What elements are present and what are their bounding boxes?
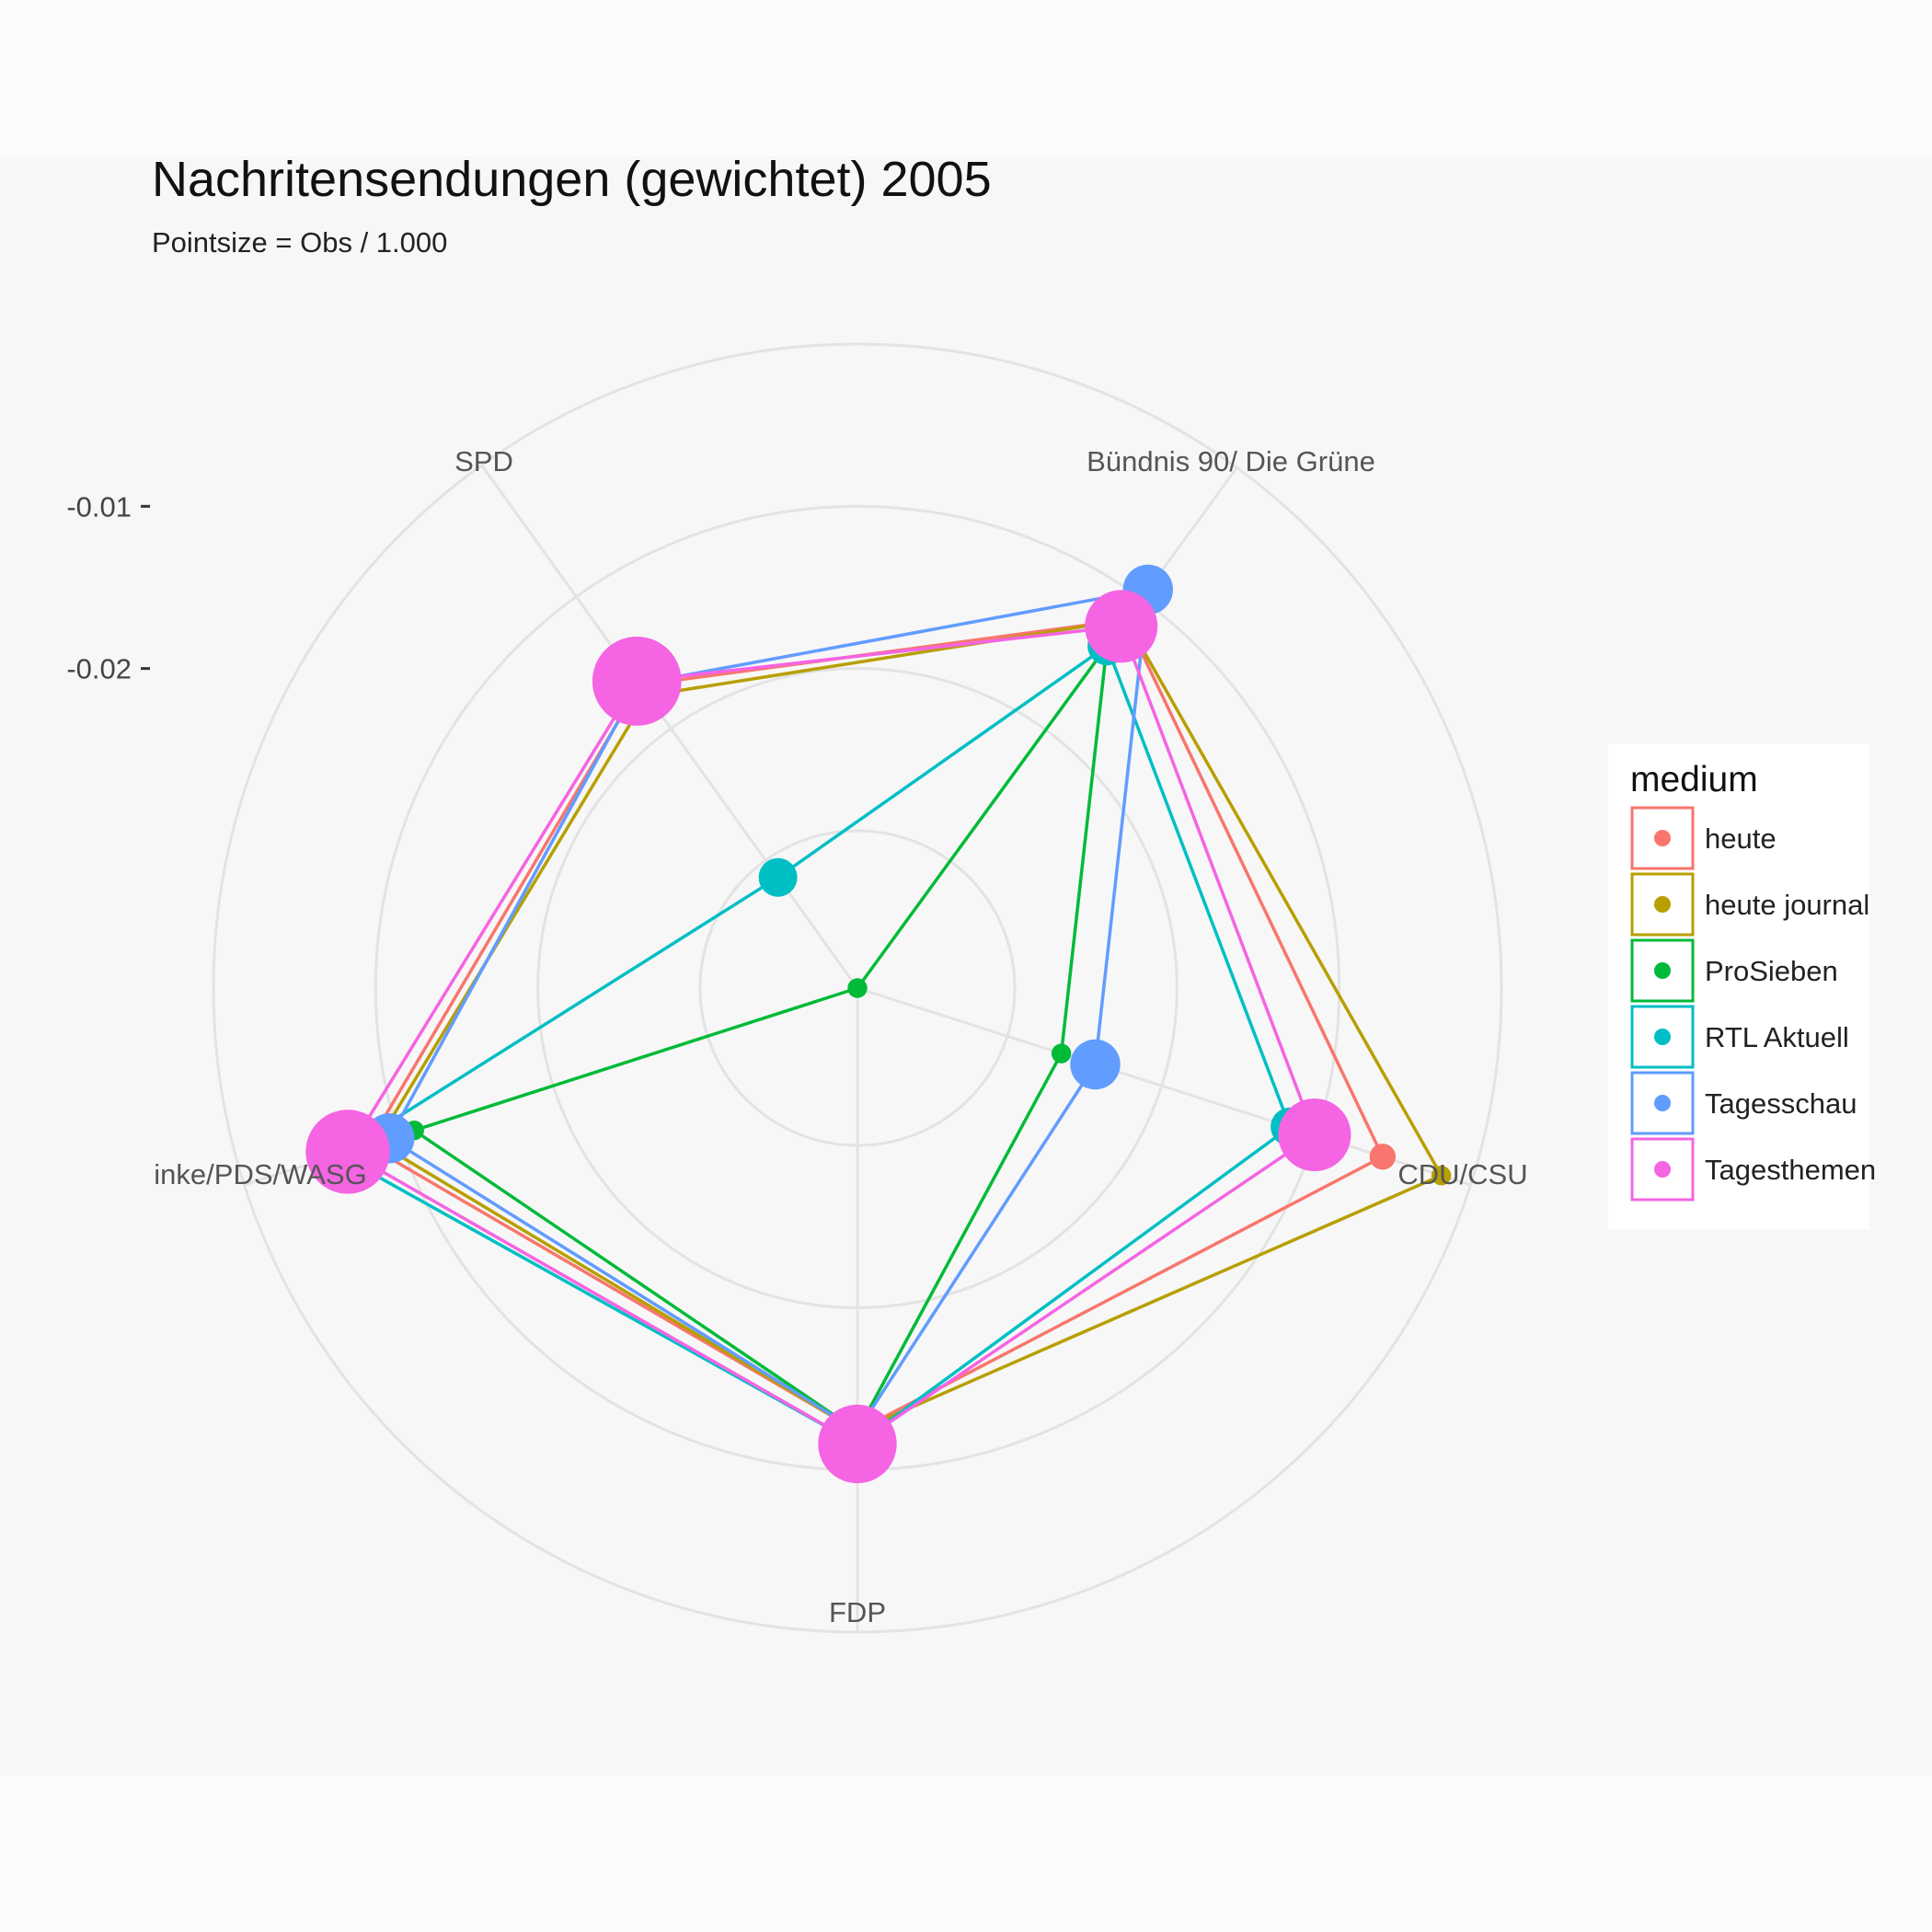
point-prosieben-cdu-csu xyxy=(1051,1043,1072,1064)
series-heute-journal xyxy=(367,610,1452,1442)
chart-subtitle: Pointsize = Obs / 1.000 xyxy=(152,226,447,259)
legend-swatch-rtl-aktuell xyxy=(1654,1029,1671,1045)
chart-panel: CDU/CSU FDP inke/PDS/WASG SPD Bündnis 90/ Di… xyxy=(0,156,1932,1776)
legend-label-heute: heute xyxy=(1705,822,1777,855)
axis-label-b-ndnis-90-die-gr-ne: Bündnis 90/ Die Grüne xyxy=(1087,445,1375,477)
axis-label-inke-pds-wasg: inke/PDS/WASG xyxy=(154,1158,366,1190)
point-tagesthemen-cdu-csu xyxy=(1278,1098,1351,1171)
radial-ticks: -0.01 -0.02 xyxy=(66,490,150,685)
point-rtl-aktuell-spd xyxy=(758,857,798,897)
legend-title: medium xyxy=(1630,760,1758,799)
series-line-rtl-aktuell xyxy=(337,644,1292,1446)
radar-chart: CDU/CSU FDP inke/PDS/WASG SPD Bündnis 90/ Di… xyxy=(66,156,1876,1634)
point-tagesthemen-fdp xyxy=(818,1404,897,1484)
point-tagesthemen-spd xyxy=(592,637,682,726)
legend-label-prosieben: ProSieben xyxy=(1705,955,1838,987)
legend-swatch-heute-journal xyxy=(1654,896,1671,913)
legend-label-heute-journal: heute journal xyxy=(1705,889,1869,921)
point-tagesthemen-b-ndnis-90-die-gr-ne xyxy=(1085,590,1158,663)
series-tagesthemen xyxy=(305,590,1351,1484)
chart-title: Nachritensendungen (gewichtet) 2005 xyxy=(152,156,992,207)
legend-label-rtl-aktuell: RTL Aktuell xyxy=(1705,1021,1849,1053)
series-line-tagesschau xyxy=(387,588,1150,1433)
axis-label-spd: SPD xyxy=(454,445,513,477)
legend-swatch-heute xyxy=(1654,830,1671,846)
series-line-prosieben xyxy=(412,644,1109,1433)
legend-swatch-tagesthemen xyxy=(1654,1161,1671,1178)
series-rtl-aktuell xyxy=(318,627,1310,1464)
legend-swatch-prosieben xyxy=(1654,962,1671,979)
axis-label-fdp: FDP xyxy=(829,1596,886,1628)
series-layer xyxy=(305,564,1452,1484)
series-line-tagesthemen xyxy=(346,625,1317,1446)
axis-label-cdu-csu: CDU/CSU xyxy=(1397,1158,1527,1190)
point-heute-cdu-csu xyxy=(1369,1144,1397,1170)
series-heute xyxy=(354,606,1397,1444)
legend: medium heute heute journal ProSieben RTL Ak… xyxy=(1608,743,1876,1229)
legend-swatch-tagesschau xyxy=(1654,1095,1671,1111)
series-line-heute-journal xyxy=(375,617,1443,1433)
series-line-heute xyxy=(366,617,1385,1433)
legend-label-tagesthemen: Tagesthemen xyxy=(1705,1154,1876,1186)
radial-tick-label-0-02: -0.02 xyxy=(66,653,132,685)
point-prosieben-spd xyxy=(847,978,868,998)
series-tagesschau xyxy=(364,564,1174,1456)
series-prosieben xyxy=(404,636,1117,1442)
radial-tick-label-0-01: -0.01 xyxy=(66,490,132,523)
legend-label-tagesschau: Tagesschau xyxy=(1705,1087,1857,1120)
point-tagesschau-cdu-csu xyxy=(1070,1039,1121,1090)
